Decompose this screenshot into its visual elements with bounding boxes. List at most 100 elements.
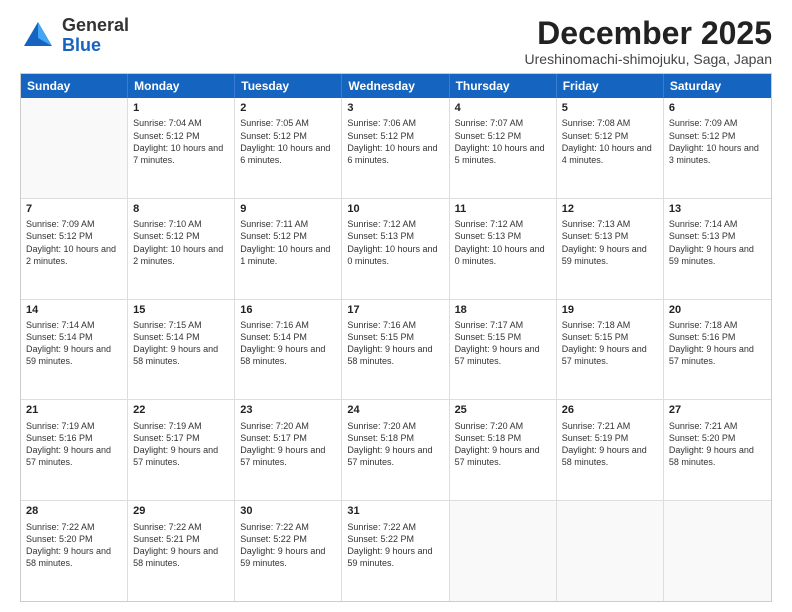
calendar-cell-r2-c3: 9 Sunrise: 7:11 AM Sunset: 5:12 PM Daylig… xyxy=(235,199,342,299)
calendar-cell-r1-c7: 6 Sunrise: 7:09 AM Sunset: 5:12 PM Daylig… xyxy=(664,98,771,198)
day-number: 3 xyxy=(347,101,443,115)
day-info: Sunrise: 7:19 AM Sunset: 5:17 PM Dayligh… xyxy=(133,420,229,469)
calendar-cell-r4-c7: 27 Sunrise: 7:21 AM Sunset: 5:20 PM Dayli… xyxy=(664,400,771,500)
day-number: 14 xyxy=(26,303,122,317)
calendar-cell-r4-c5: 25 Sunrise: 7:20 AM Sunset: 5:18 PM Dayli… xyxy=(450,400,557,500)
logo-icon xyxy=(20,18,56,54)
day-number: 27 xyxy=(669,403,766,417)
calendar-cell-r3-c2: 15Sunrise: 7:15 AM Sunset: 5:14 PM Dayli… xyxy=(128,300,235,400)
day-number: 12 xyxy=(562,202,658,216)
calendar-row-5: 28Sunrise: 7:22 AM Sunset: 5:20 PM Dayli… xyxy=(21,501,771,601)
day-info: Sunrise: 7:22 AM Sunset: 5:21 PM Dayligh… xyxy=(133,521,229,570)
header-saturday: Saturday xyxy=(664,74,771,98)
calendar-cell-r5-c1: 28Sunrise: 7:22 AM Sunset: 5:20 PM Dayli… xyxy=(21,501,128,601)
day-number: 22 xyxy=(133,403,229,417)
day-info: Sunrise: 7:19 AM Sunset: 5:16 PM Dayligh… xyxy=(26,420,122,469)
calendar-cell-r2-c5: 11Sunrise: 7:12 AM Sunset: 5:13 PM Dayli… xyxy=(450,199,557,299)
logo-general: General xyxy=(62,15,129,35)
day-info: Sunrise: 7:09 AM Sunset: 5:12 PM Dayligh… xyxy=(26,218,122,267)
day-number: 6 xyxy=(669,101,766,115)
calendar-cell-r5-c5 xyxy=(450,501,557,601)
day-number: 1 xyxy=(133,101,229,115)
day-info: Sunrise: 7:21 AM Sunset: 5:19 PM Dayligh… xyxy=(562,420,658,469)
calendar-row-4: 21 Sunrise: 7:19 AM Sunset: 5:16 PM Dayli… xyxy=(21,400,771,501)
day-info: Sunrise: 7:13 AM Sunset: 5:13 PM Dayligh… xyxy=(562,218,658,267)
calendar-row-2: 7 Sunrise: 7:09 AM Sunset: 5:12 PM Daylig… xyxy=(21,199,771,300)
month-title: December 2025 xyxy=(525,16,772,51)
day-info: Sunrise: 7:11 AM Sunset: 5:12 PM Dayligh… xyxy=(240,218,336,267)
day-info: Sunrise: 7:20 AM Sunset: 5:18 PM Dayligh… xyxy=(455,420,551,469)
day-number: 30 xyxy=(240,504,336,518)
calendar-cell-r1-c1 xyxy=(21,98,128,198)
day-info: Sunrise: 7:18 AM Sunset: 5:16 PM Dayligh… xyxy=(669,319,766,368)
calendar-cell-r4-c4: 24Sunrise: 7:20 AM Sunset: 5:18 PM Dayli… xyxy=(342,400,449,500)
day-number: 13 xyxy=(669,202,766,216)
day-info: Sunrise: 7:18 AM Sunset: 5:15 PM Dayligh… xyxy=(562,319,658,368)
calendar-row-1: 1 Sunrise: 7:04 AM Sunset: 5:12 PM Daylig… xyxy=(21,98,771,199)
day-number: 2 xyxy=(240,101,336,115)
calendar-cell-r3-c4: 17Sunrise: 7:16 AM Sunset: 5:15 PM Dayli… xyxy=(342,300,449,400)
day-info: Sunrise: 7:21 AM Sunset: 5:20 PM Dayligh… xyxy=(669,420,766,469)
day-number: 29 xyxy=(133,504,229,518)
header-monday: Monday xyxy=(128,74,235,98)
day-info: Sunrise: 7:06 AM Sunset: 5:12 PM Dayligh… xyxy=(347,117,443,166)
day-info: Sunrise: 7:04 AM Sunset: 5:12 PM Dayligh… xyxy=(133,117,229,166)
logo-text: General Blue xyxy=(62,16,129,56)
day-number: 18 xyxy=(455,303,551,317)
logo-blue: Blue xyxy=(62,35,101,55)
calendar-cell-r3-c3: 16 Sunrise: 7:16 AM Sunset: 5:14 PM Dayli… xyxy=(235,300,342,400)
header-wednesday: Wednesday xyxy=(342,74,449,98)
calendar-header: Sunday Monday Tuesday Wednesday Thursday… xyxy=(21,74,771,98)
day-info: Sunrise: 7:20 AM Sunset: 5:17 PM Dayligh… xyxy=(240,420,336,469)
calendar-cell-r4-c1: 21 Sunrise: 7:19 AM Sunset: 5:16 PM Dayli… xyxy=(21,400,128,500)
calendar-cell-r5-c3: 30Sunrise: 7:22 AM Sunset: 5:22 PM Dayli… xyxy=(235,501,342,601)
calendar-cell-r5-c7 xyxy=(664,501,771,601)
day-info: Sunrise: 7:22 AM Sunset: 5:22 PM Dayligh… xyxy=(347,521,443,570)
day-number: 19 xyxy=(562,303,658,317)
day-number: 26 xyxy=(562,403,658,417)
calendar-cell-r2-c1: 7 Sunrise: 7:09 AM Sunset: 5:12 PM Daylig… xyxy=(21,199,128,299)
calendar-cell-r2-c2: 8 Sunrise: 7:10 AM Sunset: 5:12 PM Daylig… xyxy=(128,199,235,299)
day-info: Sunrise: 7:05 AM Sunset: 5:12 PM Dayligh… xyxy=(240,117,336,166)
header-thursday: Thursday xyxy=(450,74,557,98)
day-info: Sunrise: 7:09 AM Sunset: 5:12 PM Dayligh… xyxy=(669,117,766,166)
calendar-cell-r4-c3: 23 Sunrise: 7:20 AM Sunset: 5:17 PM Dayli… xyxy=(235,400,342,500)
day-info: Sunrise: 7:14 AM Sunset: 5:14 PM Dayligh… xyxy=(26,319,122,368)
calendar: Sunday Monday Tuesday Wednesday Thursday… xyxy=(20,73,772,602)
header-tuesday: Tuesday xyxy=(235,74,342,98)
calendar-cell-r5-c4: 31Sunrise: 7:22 AM Sunset: 5:22 PM Dayli… xyxy=(342,501,449,601)
title-block: December 2025 Ureshinomachi-shimojuku, S… xyxy=(525,16,772,67)
day-info: Sunrise: 7:07 AM Sunset: 5:12 PM Dayligh… xyxy=(455,117,551,166)
logo: General Blue xyxy=(20,16,129,56)
page: General Blue December 2025 Ureshinomachi… xyxy=(0,0,792,612)
day-info: Sunrise: 7:08 AM Sunset: 5:12 PM Dayligh… xyxy=(562,117,658,166)
day-number: 4 xyxy=(455,101,551,115)
calendar-cell-r5-c2: 29 Sunrise: 7:22 AM Sunset: 5:21 PM Dayli… xyxy=(128,501,235,601)
calendar-cell-r3-c5: 18Sunrise: 7:17 AM Sunset: 5:15 PM Dayli… xyxy=(450,300,557,400)
day-number: 21 xyxy=(26,403,122,417)
calendar-cell-r2-c7: 13Sunrise: 7:14 AM Sunset: 5:13 PM Dayli… xyxy=(664,199,771,299)
day-info: Sunrise: 7:16 AM Sunset: 5:14 PM Dayligh… xyxy=(240,319,336,368)
day-number: 9 xyxy=(240,202,336,216)
day-number: 23 xyxy=(240,403,336,417)
day-number: 7 xyxy=(26,202,122,216)
calendar-cell-r3-c6: 19 Sunrise: 7:18 AM Sunset: 5:15 PM Dayli… xyxy=(557,300,664,400)
day-number: 16 xyxy=(240,303,336,317)
day-number: 25 xyxy=(455,403,551,417)
day-info: Sunrise: 7:12 AM Sunset: 5:13 PM Dayligh… xyxy=(455,218,551,267)
calendar-cell-r4-c2: 22 Sunrise: 7:19 AM Sunset: 5:17 PM Dayli… xyxy=(128,400,235,500)
day-number: 8 xyxy=(133,202,229,216)
calendar-body: 1 Sunrise: 7:04 AM Sunset: 5:12 PM Daylig… xyxy=(21,98,771,601)
day-info: Sunrise: 7:15 AM Sunset: 5:14 PM Dayligh… xyxy=(133,319,229,368)
calendar-cell-r1-c6: 5Sunrise: 7:08 AM Sunset: 5:12 PM Daylig… xyxy=(557,98,664,198)
calendar-cell-r5-c6 xyxy=(557,501,664,601)
calendar-cell-r4-c6: 26 Sunrise: 7:21 AM Sunset: 5:19 PM Dayli… xyxy=(557,400,664,500)
calendar-cell-r2-c6: 12 Sunrise: 7:13 AM Sunset: 5:13 PM Dayli… xyxy=(557,199,664,299)
day-number: 10 xyxy=(347,202,443,216)
calendar-cell-r1-c2: 1 Sunrise: 7:04 AM Sunset: 5:12 PM Daylig… xyxy=(128,98,235,198)
day-info: Sunrise: 7:10 AM Sunset: 5:12 PM Dayligh… xyxy=(133,218,229,267)
day-info: Sunrise: 7:12 AM Sunset: 5:13 PM Dayligh… xyxy=(347,218,443,267)
day-info: Sunrise: 7:22 AM Sunset: 5:20 PM Dayligh… xyxy=(26,521,122,570)
calendar-cell-r1-c5: 4 Sunrise: 7:07 AM Sunset: 5:12 PM Daylig… xyxy=(450,98,557,198)
header: General Blue December 2025 Ureshinomachi… xyxy=(20,16,772,67)
